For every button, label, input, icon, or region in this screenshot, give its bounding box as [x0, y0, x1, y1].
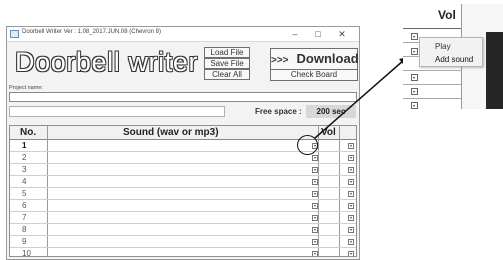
dropdown-arrow-icon[interactable]: [411, 33, 418, 40]
dropdown-arrow-icon[interactable]: [411, 74, 418, 81]
dropdown-arrow-icon[interactable]: [411, 48, 418, 55]
zoom-header-line: [403, 28, 461, 29]
menu-item-play[interactable]: Play: [435, 42, 451, 51]
zoom-background: [486, 32, 503, 109]
context-menu: Play Add sound: [419, 37, 483, 67]
menu-item-add-sound[interactable]: Add sound: [435, 55, 473, 64]
zoom-row-line: [403, 98, 461, 99]
dropdown-arrow-icon[interactable]: [411, 88, 418, 95]
zoom-row-line: [403, 84, 461, 85]
zoom-vol-header: Vol: [438, 8, 456, 22]
zoom-row-line: [403, 70, 461, 71]
dropdown-arrow-icon[interactable]: [411, 102, 418, 109]
